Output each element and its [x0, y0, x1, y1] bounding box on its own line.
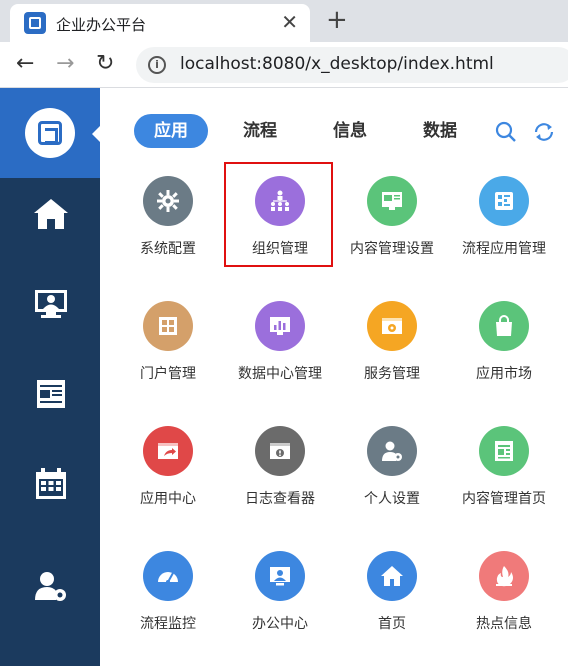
- app-tile[interactable]: 日志查看器: [224, 426, 336, 526]
- info-icon[interactable]: i: [148, 56, 166, 74]
- app-label[interactable]: 热点信息: [448, 613, 560, 633]
- content-home-icon[interactable]: [479, 426, 529, 476]
- forward-button[interactable]: →: [56, 52, 74, 76]
- shopping-bag-icon[interactable]: [479, 301, 529, 351]
- browser-tab-bar: 企业办公平台 ✕ +: [0, 0, 568, 42]
- app-tile[interactable]: 内容管理设置: [336, 176, 448, 276]
- data-center-icon[interactable]: [255, 301, 305, 351]
- user-settings-icon: [35, 572, 66, 601]
- app-tile[interactable]: 门户管理: [112, 301, 224, 401]
- app-tile[interactable]: 个人设置: [336, 426, 448, 526]
- app-tile[interactable]: 服务管理: [336, 301, 448, 401]
- tab-data[interactable]: 数据: [410, 114, 470, 148]
- browser-toolbar: ← → ↻ i localhost:8080/x_desktop/index.h…: [0, 42, 568, 88]
- tab-title: 企业办公平台: [56, 16, 147, 34]
- sidebar-item-news[interactable]: [0, 365, 100, 425]
- service-icon[interactable]: [367, 301, 417, 351]
- sidebar-logo-area[interactable]: [0, 88, 100, 178]
- office-desk-icon: [35, 290, 67, 318]
- log-viewer-icon[interactable]: [255, 426, 305, 476]
- tab-process[interactable]: 流程: [230, 114, 290, 148]
- process-app-icon[interactable]: [479, 176, 529, 226]
- app-tile[interactable]: 内容管理首页: [448, 426, 560, 526]
- app-tile[interactable]: 办公中心: [224, 551, 336, 651]
- browser-tab[interactable]: 企业办公平台 ✕: [10, 4, 310, 42]
- search-icon[interactable]: [494, 120, 518, 144]
- new-tab-button[interactable]: +: [326, 6, 348, 34]
- office-center-icon[interactable]: [255, 551, 305, 601]
- app-label[interactable]: 流程应用管理: [448, 238, 560, 258]
- app-label[interactable]: 门户管理: [112, 363, 224, 383]
- app-label[interactable]: 应用市场: [448, 363, 560, 383]
- sidebar-item-user-settings[interactable]: [0, 558, 100, 618]
- app-tile[interactable]: 流程监控: [112, 551, 224, 651]
- sidebar-pointer: [92, 126, 100, 142]
- logo-icon[interactable]: [25, 108, 75, 158]
- news-icon: [37, 380, 65, 408]
- app-label[interactable]: 服务管理: [336, 363, 448, 383]
- gauge-icon[interactable]: [143, 551, 193, 601]
- sidebar-item-home[interactable]: [0, 185, 100, 245]
- personal-settings-icon[interactable]: [367, 426, 417, 476]
- tab-close-icon[interactable]: ✕: [281, 11, 298, 33]
- app-tile[interactable]: 首页: [336, 551, 448, 651]
- gear-icon[interactable]: [143, 176, 193, 226]
- address-bar[interactable]: i localhost:8080/x_desktop/index.html: [136, 47, 568, 83]
- url-text[interactable]: localhost:8080/x_desktop/index.html: [180, 54, 494, 74]
- app-label[interactable]: 流程监控: [112, 613, 224, 633]
- app-label[interactable]: 首页: [336, 613, 448, 633]
- highlight-box: [224, 162, 333, 267]
- refresh-icon[interactable]: [532, 120, 556, 144]
- app-tile[interactable]: 应用市场: [448, 301, 560, 401]
- portal-icon[interactable]: [143, 301, 193, 351]
- app-tile[interactable]: 流程应用管理: [448, 176, 560, 276]
- favicon-icon: [24, 12, 46, 34]
- app-label[interactable]: 内容管理首页: [448, 488, 560, 508]
- app-label[interactable]: 个人设置: [336, 488, 448, 508]
- app-label[interactable]: 系统配置: [112, 238, 224, 258]
- content-settings-icon[interactable]: [367, 176, 417, 226]
- home-icon[interactable]: [367, 551, 417, 601]
- sidebar: [0, 88, 100, 666]
- app-label[interactable]: 应用中心: [112, 488, 224, 508]
- sidebar-item-office[interactable]: [0, 275, 100, 335]
- calendar-icon: [36, 468, 66, 499]
- app-label[interactable]: 日志查看器: [224, 488, 336, 508]
- tab-apps[interactable]: 应用: [134, 114, 208, 148]
- back-button[interactable]: ←: [16, 52, 34, 76]
- tab-info[interactable]: 信息: [320, 114, 380, 148]
- app-tile[interactable]: 数据中心管理: [224, 301, 336, 401]
- app-tile[interactable]: 应用中心: [112, 426, 224, 526]
- hot-icon[interactable]: [479, 551, 529, 601]
- reload-button[interactable]: ↻: [96, 52, 114, 76]
- app-center-icon[interactable]: [143, 426, 193, 476]
- app-tile[interactable]: 热点信息: [448, 551, 560, 651]
- app-tile[interactable]: 系统配置: [112, 176, 224, 276]
- app-label[interactable]: 数据中心管理: [224, 363, 336, 383]
- app-label[interactable]: 内容管理设置: [336, 238, 448, 258]
- app-label[interactable]: 办公中心: [224, 613, 336, 633]
- home-icon: [34, 199, 68, 229]
- sidebar-item-calendar[interactable]: [0, 455, 100, 515]
